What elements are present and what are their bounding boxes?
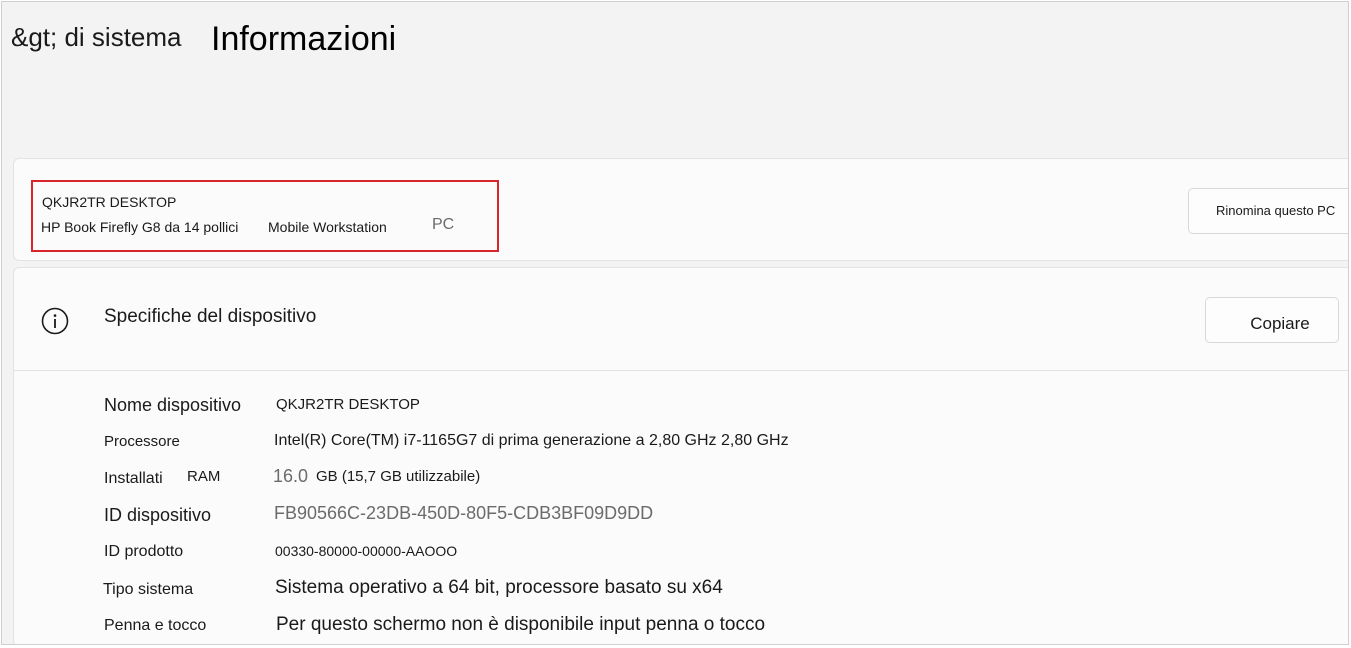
pc-name: QKJR2TR DESKTOP	[42, 194, 177, 210]
spec-value-ram: GB (15,7 GB utilizzabile)	[316, 468, 481, 485]
pc-model: HP Book Firefly G8 da 14 pollici	[41, 219, 239, 235]
spec-label-product-id: ID prodotto	[104, 543, 184, 560]
spec-label-ram: RAM	[187, 468, 221, 485]
copy-button[interactable]: Copiare	[1205, 297, 1339, 343]
settings-window: &gt; di sistema Informazioni QKJR2TR DES…	[1, 1, 1349, 645]
pc-kind: PC	[432, 216, 455, 233]
rename-pc-button[interactable]: Rinomina questo PC	[1188, 188, 1348, 234]
breadcrumb-parent[interactable]: &gt; di sistema	[11, 22, 182, 53]
specs-header[interactable]: Specifiche del dispositivo Copiare	[14, 268, 1348, 371]
info-icon	[41, 307, 69, 335]
pc-identity-card: QKJR2TR DESKTOP HP Book Firefly G8 da 14…	[13, 158, 1348, 261]
highlight-box	[31, 180, 499, 252]
specs-title: Specifiche del dispositivo	[104, 306, 317, 327]
pc-type: Mobile Workstation	[268, 219, 387, 235]
spec-value-processor: Intel(R) Core(TM) i7-1165G7 di prima gen…	[274, 432, 789, 449]
spec-label-pen-touch: Penna e tocco	[104, 617, 207, 634]
spec-value-pen-touch: Per questo schermo non è disponibile inp…	[276, 614, 766, 635]
spec-label-processor: Processore	[104, 433, 180, 450]
page-title: Informazioni	[211, 20, 397, 58]
device-specs-card: Specifiche del dispositivo Copiare Nome …	[13, 267, 1348, 644]
spec-value-device-id: FB90566C-23DB-450D-80F5-CDB3BF09D9DD	[274, 503, 654, 523]
spec-label-device-id: ID dispositivo	[104, 505, 212, 525]
spec-label-device-name: Nome dispositivo	[104, 395, 242, 415]
spec-label-system-type: Tipo sistema	[103, 581, 194, 598]
spec-value-product-id: 00330-80000-00000-AAOOO	[275, 543, 458, 559]
spec-value-device-name: QKJR2TR DESKTOP	[276, 396, 420, 413]
spec-label-installed: Installati	[104, 470, 163, 487]
spec-value-ram-number: 16.0	[273, 466, 309, 486]
spec-value-system-type: Sistema operativo a 64 bit, processore b…	[275, 577, 723, 598]
